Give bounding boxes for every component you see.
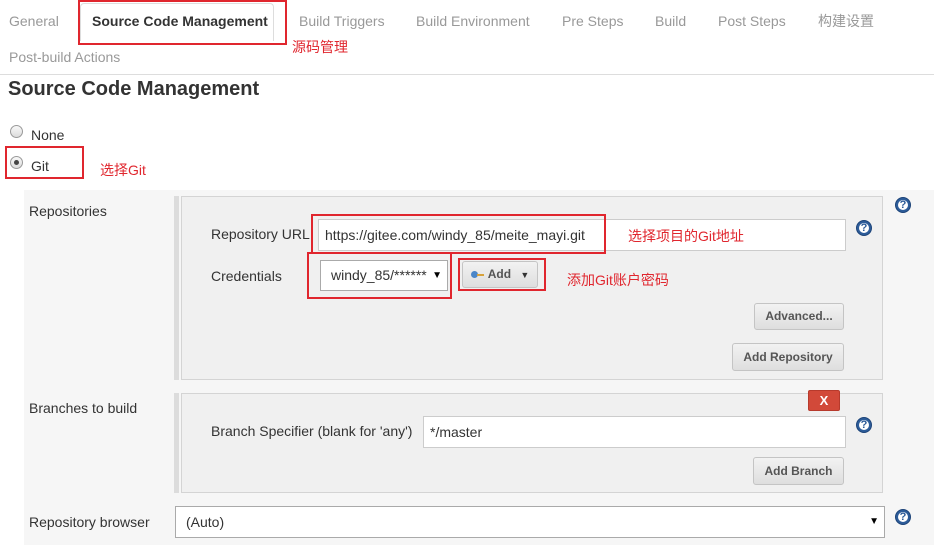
repository-browser-label: Repository browser xyxy=(29,514,150,530)
branch-specifier-label: Branch Specifier (blank for 'any') xyxy=(211,423,413,439)
tab-build[interactable]: Build xyxy=(655,12,686,30)
repositories-help-icon[interactable]: ? xyxy=(895,197,911,213)
page-title: Source Code Management xyxy=(8,78,260,100)
annotation-box-add xyxy=(458,258,546,291)
tab-post-build-actions[interactable]: Post-build Actions xyxy=(9,48,120,66)
repository-url-label: Repository URL xyxy=(211,226,310,242)
repositories-bar xyxy=(174,196,179,380)
branches-bar xyxy=(174,393,179,493)
repositories-label: Repositories xyxy=(29,203,107,219)
tabs-divider xyxy=(0,74,934,75)
radio-none-label: None xyxy=(31,127,65,143)
tab-build-settings[interactable]: 构建设置 xyxy=(818,12,874,30)
add-branch-button[interactable]: Add Branch xyxy=(753,457,844,485)
branch-specifier-input[interactable]: */master xyxy=(423,416,846,448)
annotation-git: 选择Git xyxy=(100,162,146,178)
annotation-credentials: 添加Git账户密码 xyxy=(567,272,669,288)
add-repository-button[interactable]: Add Repository xyxy=(732,343,844,371)
tab-build-environment[interactable]: Build Environment xyxy=(416,12,530,30)
branches-label: Branches to build xyxy=(29,400,138,416)
annotation-box-scm-tab xyxy=(78,0,287,45)
tab-pre-steps[interactable]: Pre Steps xyxy=(562,12,623,30)
repository-browser-select[interactable]: (Auto) ▼ xyxy=(175,506,885,538)
annotation-box-git xyxy=(5,146,84,179)
credentials-label: Credentials xyxy=(211,268,282,284)
advanced-button[interactable]: Advanced... xyxy=(754,303,844,330)
annotation-box-url xyxy=(311,214,606,254)
tab-post-steps[interactable]: Post Steps xyxy=(718,12,786,30)
radio-none[interactable] xyxy=(10,125,23,138)
annotation-box-credentials xyxy=(307,252,452,299)
branch-specifier-help-icon[interactable]: ? xyxy=(856,417,872,433)
repository-browser-value: (Auto) xyxy=(186,514,225,530)
annotation-scm: 源码管理 xyxy=(292,39,348,55)
tab-build-triggers[interactable]: Build Triggers xyxy=(299,12,385,30)
tab-general[interactable]: General xyxy=(9,12,59,30)
chevron-down-icon: ▼ xyxy=(869,516,879,527)
delete-branch-button[interactable]: X xyxy=(808,390,840,411)
annotation-url: 选择项目的Git地址 xyxy=(628,228,744,244)
repository-url-help-icon[interactable]: ? xyxy=(856,220,872,236)
repository-browser-help-icon[interactable]: ? xyxy=(895,509,911,525)
